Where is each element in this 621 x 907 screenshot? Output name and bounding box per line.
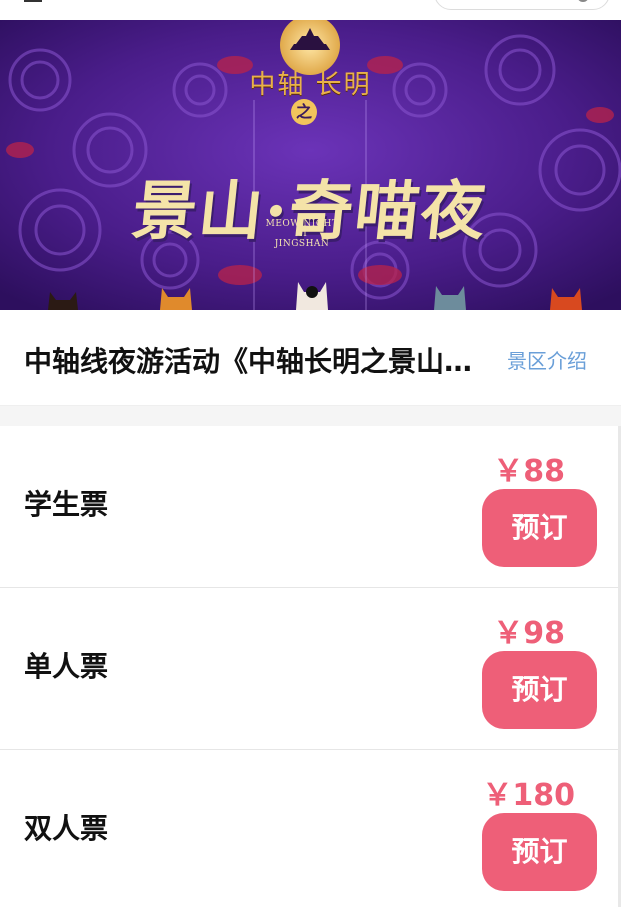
- menu-icon[interactable]: [24, 0, 42, 4]
- search-icon[interactable]: [577, 0, 589, 2]
- banner-connector: 之: [291, 99, 317, 125]
- ticket-row-student: 学生票 ￥88 预订: [0, 426, 621, 588]
- book-button[interactable]: 预订: [482, 813, 597, 891]
- book-button[interactable]: 预订: [482, 651, 597, 729]
- banner-subtitle-line: MEOW NIGHT: [265, 219, 339, 229]
- ticket-name: 双人票: [24, 812, 109, 845]
- banner-subtitle-line: JINGSHAN: [274, 239, 330, 249]
- banner-title-top: 中轴 长明: [249, 70, 372, 100]
- event-banner[interactable]: 中轴 长明 之 景山·奇喵夜 MEOW NIGHT AT JINGSHAN: [0, 20, 621, 310]
- ticket-row-single: 单人票 ￥98 预订: [0, 588, 621, 750]
- top-bar: [0, 0, 621, 20]
- ticket-price: ￥98: [493, 616, 565, 651]
- ticket-name: 学生票: [24, 488, 109, 521]
- search-box[interactable]: [434, 0, 610, 10]
- section-divider: [0, 406, 621, 426]
- ticket-name: 单人票: [24, 650, 109, 683]
- ticket-price: ￥88: [493, 454, 565, 489]
- scenic-intro-link[interactable]: 景区介绍: [507, 345, 587, 374]
- ticket-price: ￥180: [482, 778, 575, 813]
- page-title: 中轴线夜游活动《中轴长明之景山·奇喵夜》: [24, 345, 479, 378]
- title-row: 中轴线夜游活动《中轴长明之景山·奇喵夜》 景区介绍: [0, 310, 621, 406]
- banner-subtitle-line: AT: [295, 229, 309, 239]
- banner-subtitle-en: MEOW NIGHT AT JINGSHAN: [262, 219, 342, 249]
- page: 中轴 长明 之 景山·奇喵夜 MEOW NIGHT AT JINGSHAN 中轴…: [0, 0, 621, 907]
- ticket-row-double: 双人票 ￥180 预订: [0, 750, 621, 907]
- book-button[interactable]: 预订: [482, 489, 597, 567]
